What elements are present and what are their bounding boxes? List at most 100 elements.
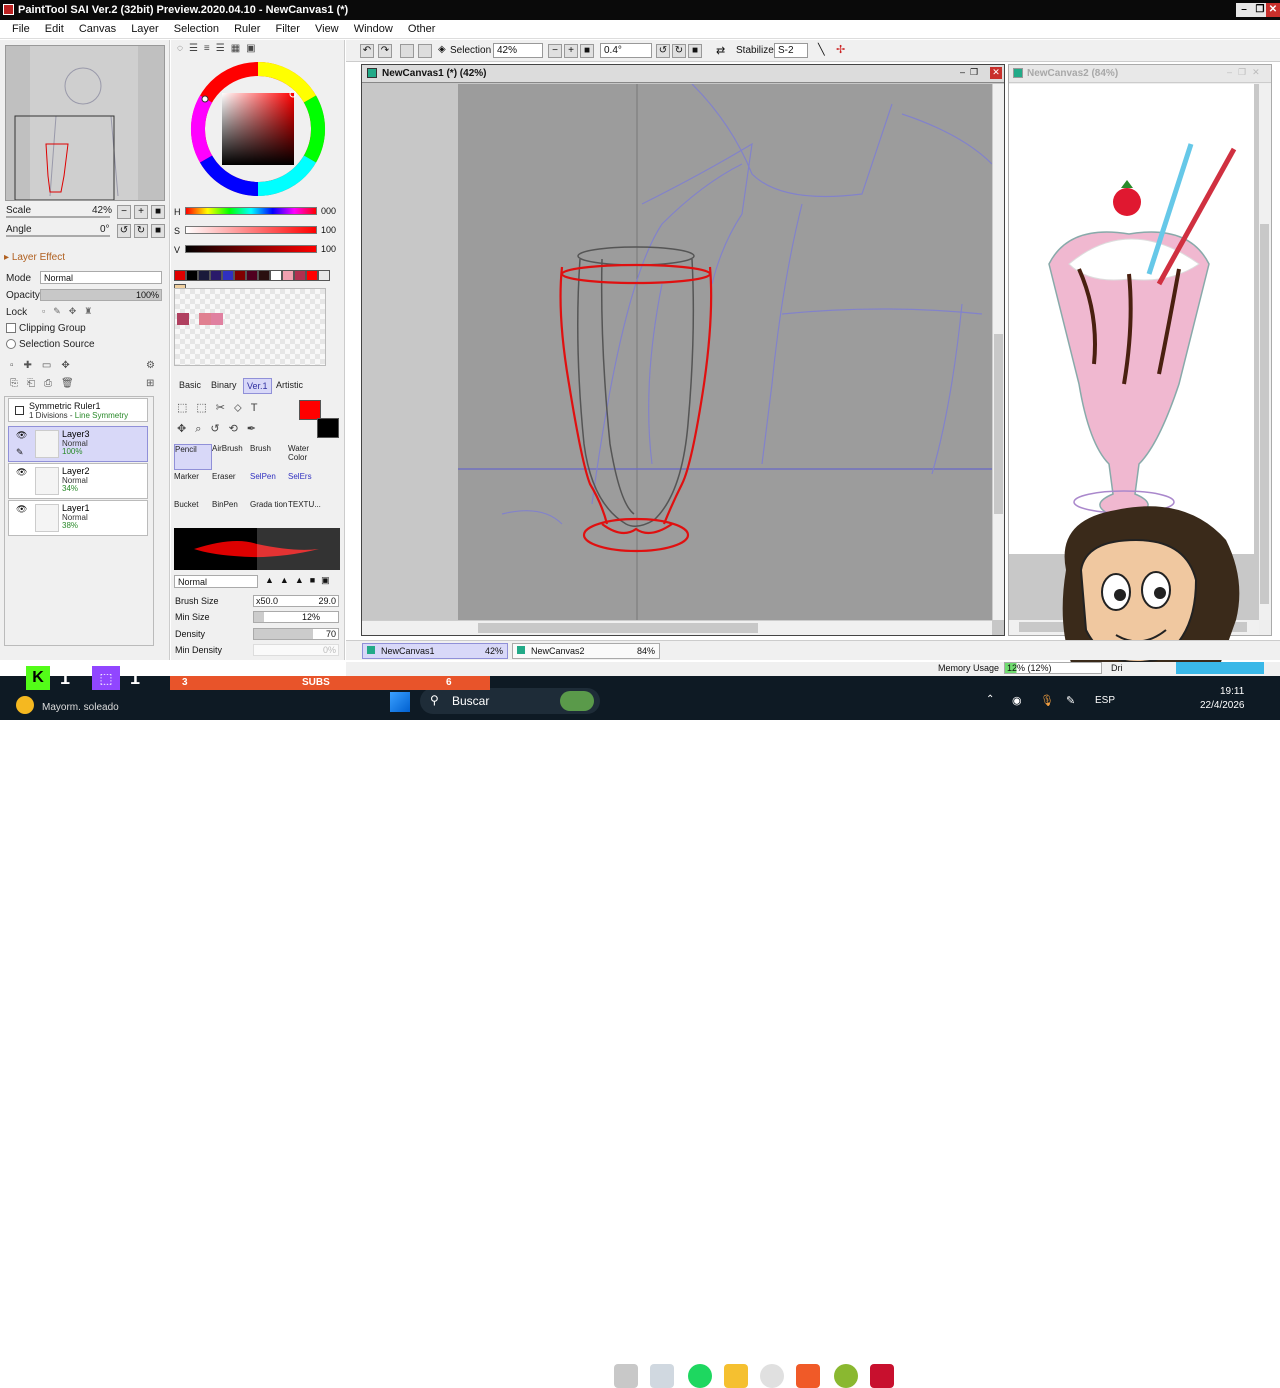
zoom-dropdown[interactable]: 42%: [493, 43, 543, 58]
canvas-2-vertical-scrollbar[interactable]: [1259, 84, 1271, 620]
color-mode-icons[interactable]: ◌☰≡☰▦▣: [177, 43, 262, 54]
close-button[interactable]: ✕: [1266, 3, 1280, 17]
lock-icons[interactable]: ▫✎✥♜: [42, 306, 100, 317]
canvas-1-vertical-scrollbar[interactable]: [992, 84, 1004, 620]
layer-actions-row2[interactable]: ⎘⎗⎙🗑: [10, 378, 83, 389]
canvas-1-vscroll-thumb[interactable]: [994, 334, 1003, 514]
brush-tool-airbrush[interactable]: AirBrush: [212, 444, 250, 470]
search-box[interactable]: ⚲ Buscar: [420, 688, 600, 714]
eye-icon[interactable]: 👁: [16, 430, 27, 441]
tab-binary[interactable]: Binary: [211, 380, 237, 390]
menu-edit[interactable]: Edit: [39, 20, 70, 35]
scratchpad-color[interactable]: [177, 313, 189, 325]
clock-time[interactable]: 19:11: [1220, 686, 1244, 697]
angle-slider[interactable]: [6, 235, 110, 237]
menu-other[interactable]: Other: [402, 20, 442, 35]
brush-tool-selers[interactable]: SelErs: [288, 472, 326, 498]
color-swatch-row[interactable]: [174, 270, 334, 295]
opacity-slider[interactable]: 100%: [40, 289, 162, 301]
menu-canvas[interactable]: Canvas: [73, 20, 122, 35]
canvas-1-hscroll-thumb[interactable]: [478, 623, 758, 633]
navigator-preview[interactable]: [5, 45, 165, 201]
scratchpad-color[interactable]: [199, 313, 211, 325]
microphone-icon[interactable]: 🎙: [1040, 694, 1054, 707]
menu-layer[interactable]: Layer: [125, 20, 165, 35]
layer-item[interactable]: 👁 ✎ Layer3 Normal 100%: [8, 426, 148, 462]
brush-tool-bucket[interactable]: Bucket: [174, 500, 212, 526]
brave-icon[interactable]: [796, 1364, 820, 1388]
pen-pressure-icon[interactable]: ✢: [836, 43, 845, 56]
canvas-1-drawing[interactable]: [362, 84, 1004, 620]
tray-app-icon[interactable]: ◉: [1012, 694, 1022, 707]
language-indicator[interactable]: ESP: [1095, 695, 1115, 706]
brush-tool-water-color[interactable]: Water Color: [288, 444, 326, 470]
rotate-right-button[interactable]: ↻: [672, 44, 686, 58]
brush-tool-eraser[interactable]: Eraser: [212, 472, 250, 498]
color-swatch[interactable]: [294, 270, 306, 281]
canvas-tab-1[interactable]: NewCanvas1 42%: [362, 643, 508, 659]
brush-tool-textu-[interactable]: TEXTU...: [288, 500, 326, 526]
clipping-group-checkbox[interactable]: [6, 323, 16, 333]
selection-source-radio[interactable]: [6, 339, 16, 349]
density-slider[interactable]: 70: [253, 628, 339, 640]
menu-view[interactable]: View: [309, 20, 345, 35]
task-view-icon[interactable]: [614, 1364, 638, 1388]
primary-color-swatch[interactable]: [299, 400, 321, 420]
color-swatch[interactable]: [198, 270, 210, 281]
zoom-in-button[interactable]: +: [564, 44, 578, 58]
menu-file[interactable]: File: [6, 20, 36, 35]
brush-shape-buttons[interactable]: ▲▲▲■▣: [265, 575, 336, 586]
value-slider[interactable]: [185, 245, 317, 253]
canvas-2-vscroll-thumb[interactable]: [1260, 224, 1269, 604]
color-wheel[interactable]: [189, 60, 327, 198]
saturation-slider[interactable]: [185, 226, 317, 234]
rotate-left-button[interactable]: ↺: [656, 44, 670, 58]
color-swatch[interactable]: [282, 270, 294, 281]
start-button[interactable]: [390, 692, 410, 712]
undo-icon[interactable]: ↶: [360, 44, 374, 58]
calculator-icon[interactable]: [650, 1364, 674, 1388]
color-swatch[interactable]: [186, 270, 198, 281]
layer-item[interactable]: 👁 Layer2 Normal 34%: [8, 463, 148, 499]
canvas-1-window-buttons[interactable]: –❐: [960, 67, 983, 78]
weather-icon[interactable]: [16, 696, 34, 714]
invert-selection-icon[interactable]: [418, 44, 432, 58]
selection-visibility-icon[interactable]: ◈: [438, 44, 446, 55]
clock-date[interactable]: 22/4/2026: [1200, 700, 1245, 711]
zoom-out-button[interactable]: −: [548, 44, 562, 58]
brush-tool-brush[interactable]: Brush: [250, 444, 288, 470]
deselect-icon[interactable]: [400, 44, 414, 58]
scale-decrease-button[interactable]: −: [117, 205, 131, 219]
tennis-app-icon[interactable]: [834, 1364, 858, 1388]
tab-basic[interactable]: Basic: [179, 380, 201, 390]
brush-blend-select[interactable]: Normal: [174, 575, 258, 588]
menu-ruler[interactable]: Ruler: [228, 20, 266, 35]
scale-reset-button[interactable]: ■: [151, 205, 165, 219]
brush-size-field[interactable]: x50.0 29.0: [253, 595, 339, 607]
hue-slider[interactable]: [185, 207, 317, 215]
scale-increase-button[interactable]: +: [134, 205, 148, 219]
tab-artistic[interactable]: Artistic: [276, 380, 303, 390]
color-swatch[interactable]: [270, 270, 282, 281]
rotate-reset-button[interactable]: ■: [688, 44, 702, 58]
layer-item[interactable]: 👁 Layer1 Normal 38%: [8, 500, 148, 536]
rotate-cw-button[interactable]: ↻: [134, 224, 148, 238]
scratchpad[interactable]: [174, 288, 326, 366]
secondary-color-swatch[interactable]: [317, 418, 339, 438]
min-density-slider[interactable]: 0%: [253, 644, 339, 656]
tab-ver1[interactable]: Ver.1: [243, 378, 272, 394]
menu-selection[interactable]: Selection: [168, 20, 225, 35]
canvas-2-window-buttons[interactable]: –❐✕: [1227, 67, 1266, 78]
tray-overflow-icon[interactable]: ⌃: [986, 694, 994, 705]
zoom-reset-button[interactable]: ■: [580, 44, 594, 58]
color-swatch[interactable]: [210, 270, 222, 281]
rotate-ccw-button[interactable]: ↺: [117, 224, 131, 238]
scale-slider[interactable]: [6, 216, 110, 218]
rotate-reset-nav-button[interactable]: ■: [151, 224, 165, 238]
menu-filter[interactable]: Filter: [269, 20, 305, 35]
redo-icon[interactable]: ↷: [378, 44, 392, 58]
canvas-1-horizontal-scrollbar[interactable]: [362, 620, 992, 635]
layer-effect-toggle[interactable]: ▸ Layer Effect: [4, 252, 65, 263]
layer-actions-row1[interactable]: ▫✚▭✥: [10, 360, 80, 371]
brush-tool-marker[interactable]: Marker: [174, 472, 212, 498]
